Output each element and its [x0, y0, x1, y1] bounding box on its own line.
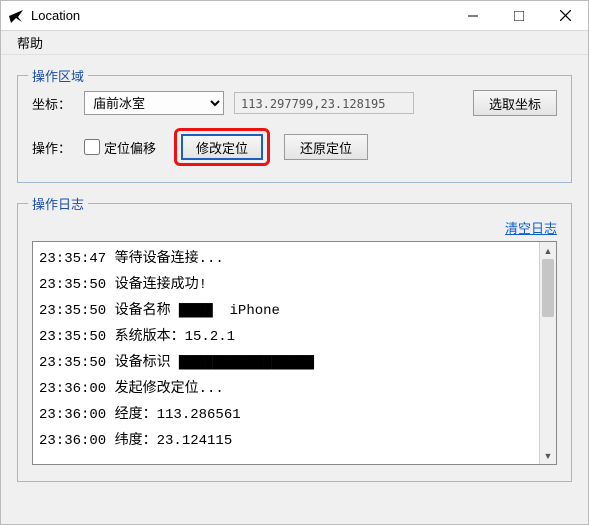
group-operate-log: 操作日志 清空日志 23:35:47 等待设备连接... 23:35:50 设备… — [17, 203, 572, 482]
label-operate: 操作： — [32, 138, 84, 157]
scroll-thumb[interactable] — [542, 259, 554, 317]
restore-location-button[interactable]: 还原定位 — [284, 134, 368, 160]
label-coord: 坐标： — [32, 94, 84, 113]
close-button[interactable] — [542, 1, 588, 31]
highlight-annotation: 修改定位 — [174, 128, 270, 166]
menu-bar: 帮助 — [1, 31, 588, 55]
modify-location-button[interactable]: 修改定位 — [181, 134, 263, 160]
log-box: 23:35:47 等待设备连接... 23:35:50 设备连接成功! 23:3… — [32, 241, 557, 465]
group-title-operate-log: 操作日志 — [28, 194, 88, 213]
app-icon — [1, 8, 31, 24]
group-operate-area: 操作区域 坐标： 庙前冰室 113.297799,23.128195 选取坐标 … — [17, 75, 572, 183]
clear-log-link[interactable]: 清空日志 — [505, 221, 557, 236]
window-title: Location — [31, 8, 450, 23]
scroll-track[interactable] — [540, 259, 556, 447]
offset-checkbox[interactable] — [84, 139, 100, 155]
title-bar: Location — [1, 1, 588, 31]
menu-help[interactable]: 帮助 — [9, 31, 51, 54]
select-coord-button[interactable]: 选取坐标 — [473, 90, 557, 116]
scroll-up-button[interactable]: ▲ — [540, 242, 556, 259]
offset-checkbox-label: 定位偏移 — [104, 138, 156, 157]
coord-select[interactable]: 庙前冰室 — [84, 91, 224, 115]
maximize-button[interactable] — [496, 1, 542, 31]
offset-checkbox-wrap[interactable]: 定位偏移 — [84, 138, 156, 157]
group-title-operate-area: 操作区域 — [28, 66, 88, 85]
minimize-button[interactable] — [450, 1, 496, 31]
scrollbar[interactable]: ▲ ▼ — [539, 242, 556, 464]
coord-display: 113.297799,23.128195 — [234, 92, 414, 114]
log-content: 23:35:47 等待设备连接... 23:35:50 设备连接成功! 23:3… — [33, 242, 539, 464]
scroll-down-button[interactable]: ▼ — [540, 447, 556, 464]
